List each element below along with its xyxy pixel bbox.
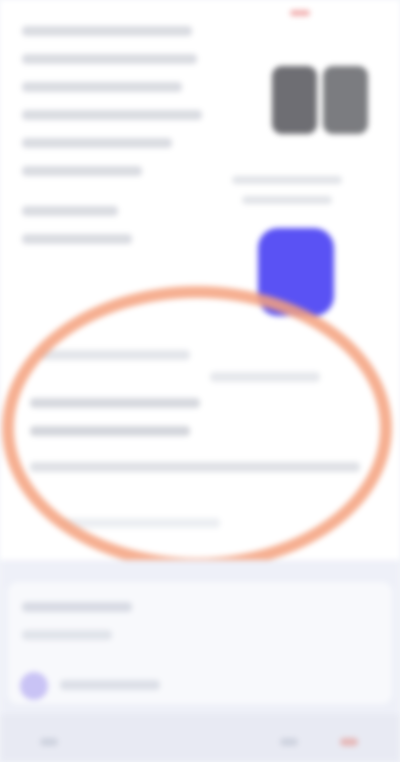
text-line xyxy=(22,54,197,64)
nav-item[interactable] xyxy=(280,738,298,746)
text-line xyxy=(60,680,160,690)
nav-item[interactable] xyxy=(340,738,358,746)
text-line xyxy=(22,630,112,640)
text-line xyxy=(22,602,132,612)
annotation-circle xyxy=(2,286,392,570)
bottom-navigation xyxy=(0,714,400,762)
nav-item[interactable] xyxy=(40,738,58,746)
thumbnail-photo-left xyxy=(272,66,317,134)
meta-line xyxy=(232,176,342,184)
photo-thumbnail-icon[interactable] xyxy=(266,60,374,140)
text-line xyxy=(22,234,132,244)
text-line xyxy=(22,166,142,176)
meta-line xyxy=(242,196,332,204)
text-line xyxy=(22,206,118,216)
thumbnail-photo-right xyxy=(323,66,368,134)
avatar-icon[interactable] xyxy=(20,672,48,700)
text-line xyxy=(22,138,172,148)
text-line xyxy=(22,26,192,36)
text-line xyxy=(22,82,182,92)
text-line xyxy=(22,110,202,120)
top-indicator xyxy=(290,10,310,16)
